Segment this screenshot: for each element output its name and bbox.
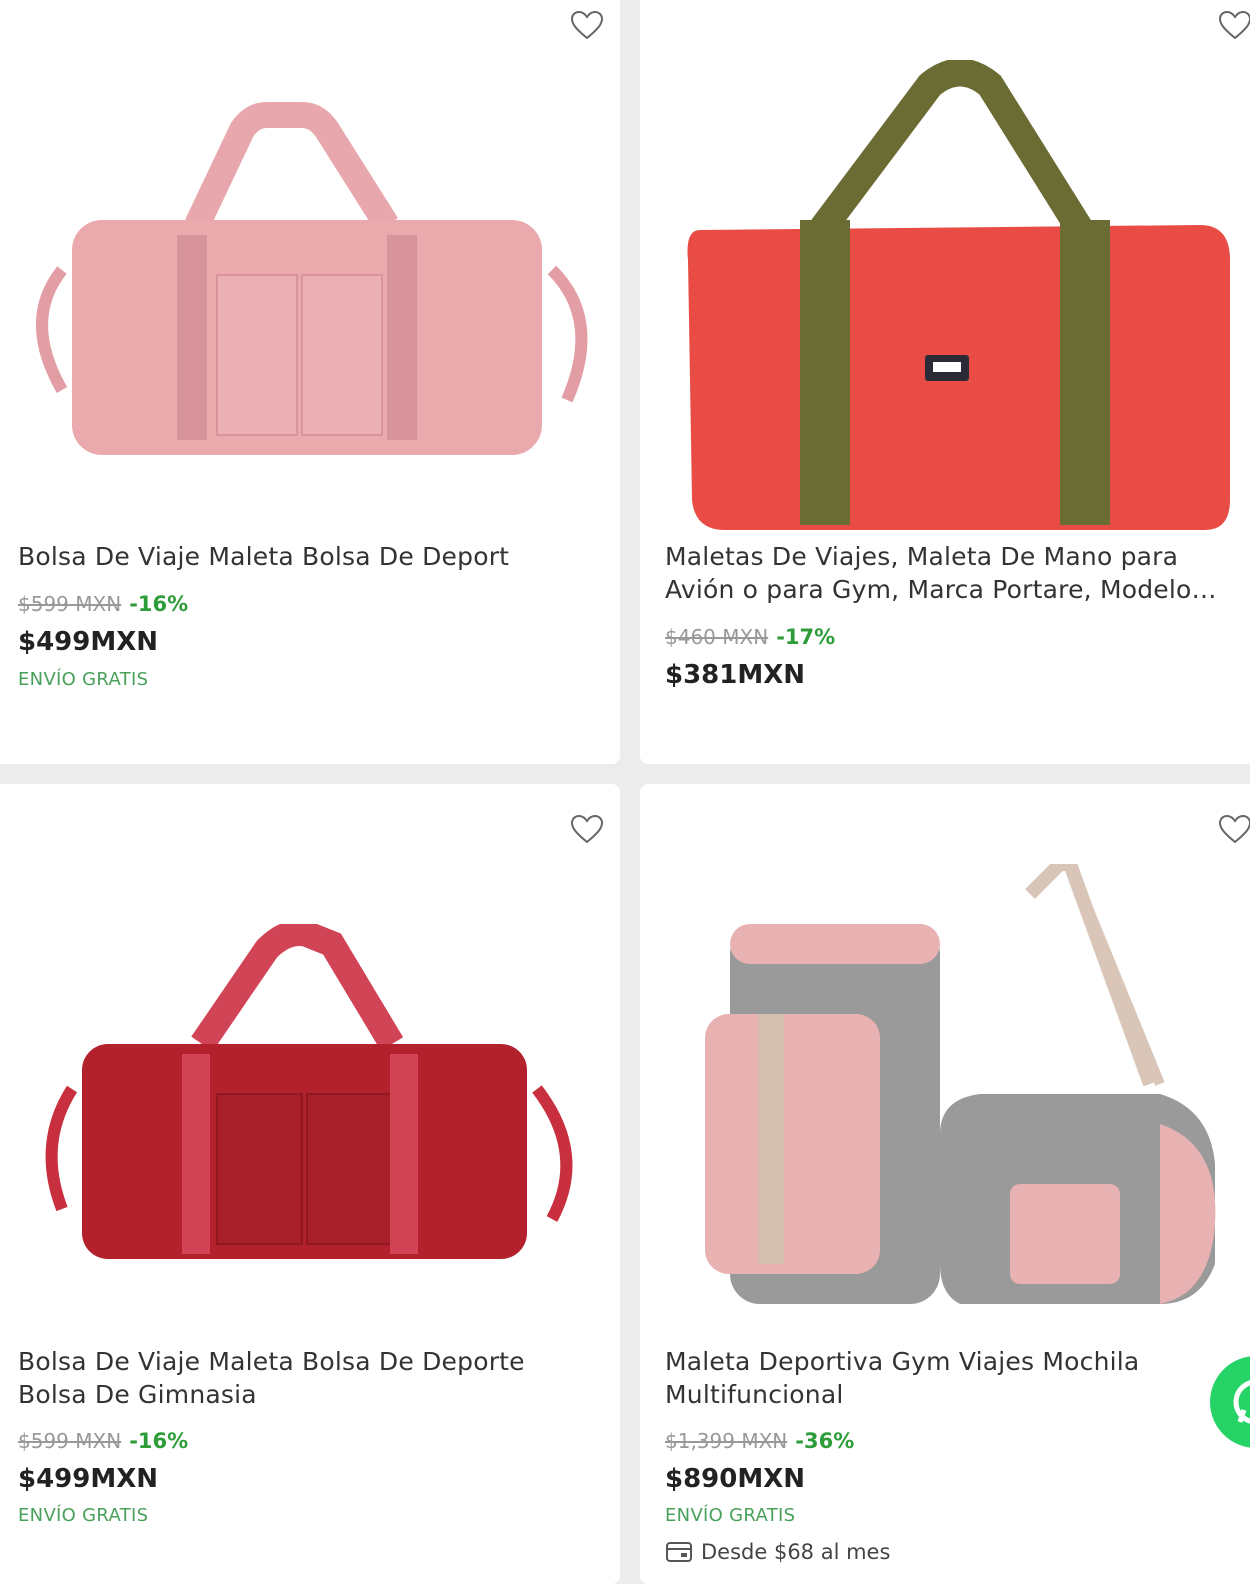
current-price: $499MXN [18,1464,159,1494]
current-price: $890MXN [665,1464,806,1494]
price-line: $460 MXN -17% [665,625,835,649]
discount-badge: -16% [129,1429,189,1453]
free-shipping-label: ENVÍO GRATIS [18,669,149,690]
original-price: $1,399 MXN [665,1429,788,1453]
discount-badge: -36% [795,1429,855,1453]
product-card[interactable]: Bolsa De Viaje Maleta Bolsa De Deporte B… [0,784,620,1584]
product-card[interactable]: Bolsa De Viaje Maleta Bolsa De Deport $5… [0,0,620,764]
original-price: $460 MXN [665,625,769,649]
favorite-heart-icon[interactable] [1218,10,1250,40]
current-price: $381MXN [665,660,806,690]
favorite-heart-icon[interactable] [570,814,604,844]
installments-line: Desde $68 al mes [665,1540,890,1564]
current-price: $499MXN [18,627,159,657]
price-line: $1,399 MXN -36% [665,1429,854,1453]
product-title[interactable]: Bolsa De Viaje Maleta Bolsa De Deport [18,540,608,573]
product-image[interactable] [640,864,1250,1324]
price-line: $599 MXN -16% [18,1429,188,1453]
product-image[interactable] [0,924,620,1284]
free-shipping-label: ENVÍO GRATIS [665,1505,796,1526]
favorite-heart-icon[interactable] [570,10,604,40]
original-price: $599 MXN [18,592,122,616]
free-shipping-label: ENVÍO GRATIS [18,1505,149,1526]
original-price: $599 MXN [18,1429,122,1453]
product-image[interactable] [0,100,620,480]
product-card[interactable]: Maleta Deportiva Gym Viajes Mochila Mult… [640,784,1250,1584]
credit-card-icon [665,1541,693,1563]
installments-text: Desde $68 al mes [701,1540,891,1564]
product-image[interactable] [640,60,1250,550]
whatsapp-icon [1226,1372,1250,1432]
product-card[interactable]: Maletas De Viajes, Maleta De Mano para A… [640,0,1250,764]
discount-badge: -17% [776,625,836,649]
product-title[interactable]: Bolsa De Viaje Maleta Bolsa De Deporte B… [18,1345,578,1411]
product-title[interactable]: Maletas De Viajes, Maleta De Mano para A… [665,540,1225,606]
product-title[interactable]: Maleta Deportiva Gym Viajes Mochila Mult… [665,1345,1195,1411]
favorite-heart-icon[interactable] [1218,814,1250,844]
price-line: $599 MXN -16% [18,592,188,616]
discount-badge: -16% [129,592,189,616]
